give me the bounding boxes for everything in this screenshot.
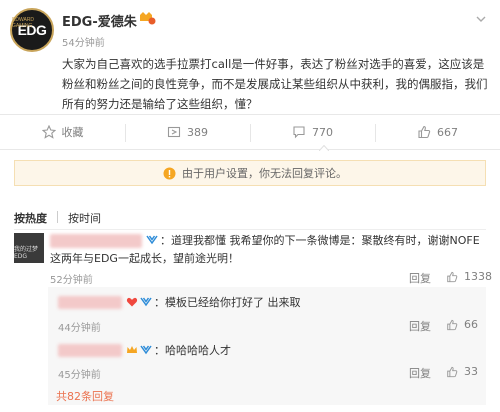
tab-sort-time[interactable]: 按时间 — [68, 210, 111, 226]
star-icon — [41, 125, 56, 139]
commenter-avatar[interactable]: 我的过梦EDG — [14, 233, 44, 263]
repost-button[interactable]: 389 — [125, 115, 250, 149]
favorite-label: 收藏 — [61, 126, 84, 139]
vip-badge-icon[interactable] — [138, 11, 156, 25]
chevron-down-icon[interactable] — [476, 14, 486, 24]
notice-text: 由于用户设置，你无法回复评论。 — [182, 167, 347, 180]
reply-like-count: 33 — [464, 365, 478, 378]
repost-count: 389 — [187, 125, 208, 139]
comment-button[interactable]: 770 — [250, 115, 375, 149]
reply-body: ：模板已经给你打好了 出来取 — [154, 296, 301, 309]
reply-button[interactable]: 回复 — [409, 365, 431, 381]
verified-badge-icon — [140, 345, 152, 355]
crown-badge-icon — [127, 346, 137, 353]
reply-like-button[interactable]: 66 — [446, 318, 478, 331]
comment-time: 52分钟前 — [50, 275, 93, 286]
reply-button[interactable]: 回复 — [409, 270, 431, 286]
avatar-caption: 我的过梦EDG — [14, 246, 39, 260]
tab-sort-hot[interactable]: 按热度 — [14, 210, 57, 226]
tab-pointer-icon — [319, 145, 329, 151]
more-replies-link[interactable]: 共82条回复 — [56, 388, 114, 404]
post-content: 大家为自己喜欢的选手拉票打call是一件好事，表达了粉丝对选手的喜爱，这应该是粉… — [62, 57, 488, 111]
comment-like-button[interactable]: 1338 — [446, 270, 492, 283]
comment-text: ：道理我都懂 我希望你的下一条微博是：聚散终有时，谢谢NOFE这两年与EDG一起… — [50, 232, 486, 268]
reply-like-count: 66 — [464, 318, 478, 331]
tabs-divider — [14, 229, 486, 230]
post-action-bar: 收藏 389 770 667 — [0, 114, 500, 150]
comment-icon — [293, 126, 305, 139]
comment-body: ：道理我都懂 我希望你的下一条微博是：聚散终有时，谢谢NOFE这两年与EDG一起… — [50, 234, 480, 265]
reply-text: ：模板已经给你打好了 出来取 — [58, 294, 478, 312]
reply-restriction-notice: 由于用户设置，你无法回复评论。 — [14, 160, 486, 186]
comment-count: 770 — [312, 125, 333, 139]
verified-badge-icon — [140, 297, 152, 307]
repost-icon — [167, 126, 181, 138]
tab-separator — [57, 211, 58, 223]
verified-badge-icon — [146, 235, 158, 245]
reply-time: 45分钟前 — [58, 370, 101, 381]
weibo-post-card: EDWARD GAMING EDG EDG-爱德朱 54分钟前 大家为自己喜欢的… — [0, 0, 500, 412]
like-count: 667 — [437, 125, 458, 139]
author-avatar[interactable]: EDWARD GAMING EDG — [10, 8, 54, 52]
warning-icon — [163, 167, 176, 179]
author-name[interactable]: EDG-爱德朱 — [62, 11, 137, 30]
thumbs-up-icon — [418, 125, 431, 139]
heart-badge-icon — [126, 297, 138, 307]
like-button[interactable]: 667 — [375, 115, 500, 149]
reply-button[interactable]: 回复 — [409, 318, 431, 334]
thumbs-up-icon — [447, 319, 458, 330]
thumbs-up-icon — [447, 271, 458, 282]
reply-like-button[interactable]: 33 — [446, 365, 478, 378]
favorite-button[interactable]: 收藏 — [0, 115, 125, 149]
comment-sort-tabs: 按热度 按时间 — [14, 210, 111, 226]
thumbs-up-icon — [447, 366, 458, 377]
reply-time: 44分钟前 — [58, 323, 101, 334]
comment-like-count: 1338 — [464, 270, 492, 283]
post-time: 54分钟前 — [62, 38, 105, 49]
reply-text: ：哈哈哈哈人才 — [58, 342, 478, 360]
reply-body: ：哈哈哈哈人才 — [154, 344, 231, 357]
avatar-top-text: EDWARD GAMING — [12, 17, 35, 29]
